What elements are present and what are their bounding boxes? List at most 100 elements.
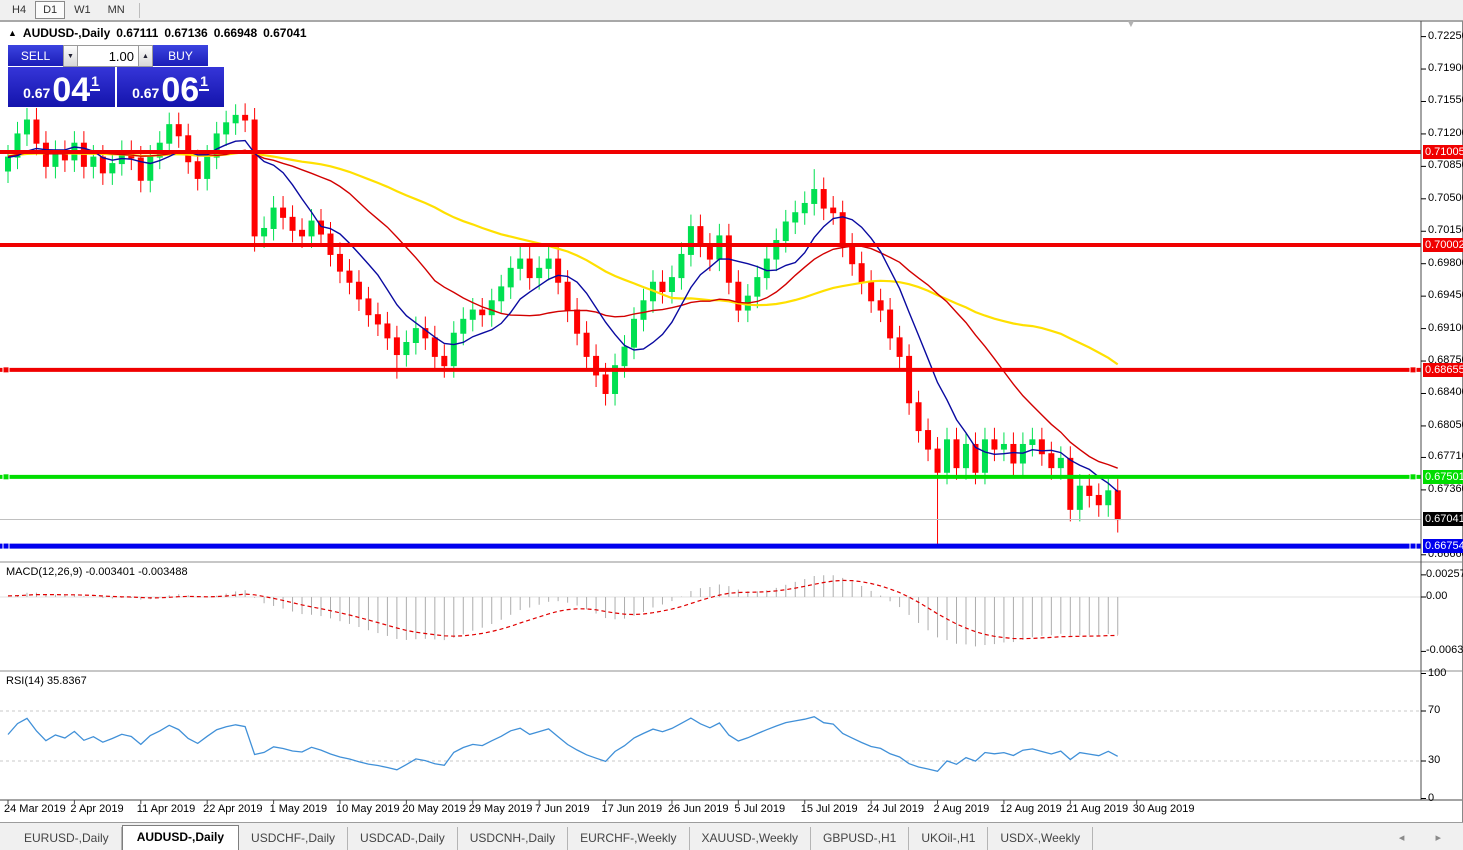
candle-body — [356, 282, 361, 299]
candle-body — [167, 125, 172, 144]
candle-body — [546, 259, 551, 268]
ohlc-high: 0.67136 — [164, 26, 207, 40]
chart-tab-eurchf-weekly[interactable]: EURCHF-,Weekly — [568, 827, 689, 850]
candle-body — [499, 287, 504, 301]
rsi-axis-label: 100 — [1428, 667, 1446, 679]
candle-body — [1039, 440, 1044, 454]
timeframe-button-w1[interactable]: W1 — [66, 1, 99, 19]
line-anchor-handle[interactable] — [3, 367, 9, 373]
candle-body — [679, 254, 684, 277]
collapse-panel-icon[interactable]: ▲ — [8, 28, 17, 38]
toolbar-separator — [139, 3, 140, 18]
candle-body — [982, 440, 987, 472]
line-anchor-handle[interactable] — [3, 474, 9, 480]
candle-body — [461, 319, 466, 333]
tab-scroll-arrows[interactable]: ◂ ▸ — [1399, 831, 1455, 844]
candle-body — [926, 431, 931, 450]
candle-body — [556, 259, 561, 282]
candle-body — [945, 440, 950, 472]
price-axis-tick-label: 0.70150 — [1428, 224, 1463, 236]
price-axis-tick-label: 0.69100 — [1428, 322, 1463, 334]
chart-tab-usdx-weekly[interactable]: USDX-,Weekly — [988, 827, 1093, 850]
candle-body — [243, 115, 248, 120]
chart-title: ▲ AUDUSD-,Daily 0.67111 0.67136 0.66948 … — [8, 26, 307, 40]
candle-body — [337, 254, 342, 271]
candle-body — [793, 213, 798, 222]
trading-platform-window: H4D1W1MN ▼ ▲ AUDUSD-,Daily 0.67111 0.671… — [0, 0, 1463, 850]
candle-body — [869, 282, 874, 301]
price-axis-tick-label: 0.67360 — [1428, 483, 1463, 495]
candle-body — [1087, 486, 1092, 495]
candle-body — [755, 278, 760, 297]
buy-button[interactable]: BUY — [153, 45, 208, 67]
candle-body — [821, 190, 826, 209]
candle-body — [1106, 491, 1111, 505]
candle-body — [451, 333, 456, 365]
volume-decrease-button[interactable]: ▼ — [63, 45, 78, 67]
timeframe-button-mn[interactable]: MN — [100, 1, 133, 19]
candle-body — [916, 403, 921, 431]
candle-body — [935, 449, 940, 472]
timeframe-button-d1[interactable]: D1 — [35, 1, 65, 19]
candle-body — [110, 164, 115, 173]
volume-increase-button[interactable]: ▲ — [138, 45, 153, 67]
candle-body — [859, 264, 864, 283]
candle-body — [1077, 486, 1082, 509]
candle-body — [831, 208, 836, 213]
price-axis[interactable]: 0.722500.719000.715500.712000.708500.705… — [1421, 21, 1463, 822]
chart-tab-usdcnh-daily[interactable]: USDCNH-,Daily — [458, 827, 568, 850]
candle-body — [669, 278, 674, 292]
line-anchor-handle[interactable] — [1410, 474, 1416, 480]
candle-body — [954, 440, 959, 468]
candle-body — [404, 342, 409, 354]
candle-body — [1096, 495, 1101, 504]
current-price-label: 0.67041 — [1423, 512, 1463, 526]
candle-body — [1068, 458, 1073, 509]
candle-body — [309, 221, 314, 236]
chart-tab-audusd-daily[interactable]: AUDUSD-,Daily — [122, 825, 239, 850]
candle-body — [195, 162, 200, 179]
sell-price-point: 1 — [90, 73, 100, 91]
candle-body — [442, 356, 447, 365]
candle-body — [148, 157, 153, 180]
ohlc-close: 0.67041 — [263, 26, 306, 40]
volume-input[interactable]: 1.00 — [78, 45, 138, 67]
candle-body — [489, 301, 494, 315]
chart-tab-gbpusd-h1[interactable]: GBPUSD-,H1 — [811, 827, 909, 850]
candle-body — [897, 338, 902, 357]
price-axis-tick-label: 0.72250 — [1428, 30, 1463, 42]
chart-tab-usdchf-daily[interactable]: USDCHF-,Daily — [239, 827, 348, 850]
candle-body — [432, 338, 437, 357]
timeframe-button-h4[interactable]: H4 — [4, 1, 34, 19]
symbol-label: AUDUSD-,Daily — [23, 26, 110, 40]
sell-button[interactable]: SELL — [8, 45, 63, 67]
chevron-down-icon[interactable]: ▼ — [1126, 19, 1136, 30]
chart-tab-eurusd-daily[interactable]: EURUSD-,Daily — [12, 827, 122, 850]
chart-tab-usdcad-daily[interactable]: USDCAD-,Daily — [348, 827, 458, 850]
candle-body — [622, 347, 627, 366]
candle-body — [717, 236, 722, 259]
line-anchor-handle[interactable] — [1410, 543, 1416, 549]
line-price-label: 0.67501 — [1423, 470, 1463, 484]
sell-price-pips: 04 — [52, 75, 90, 105]
buy-price-display[interactable]: 0.67 06 1 — [117, 67, 224, 107]
line-anchor-handle[interactable] — [3, 543, 9, 549]
sell-price-display[interactable]: 0.67 04 1 — [8, 67, 115, 107]
candle-body — [290, 217, 295, 230]
chart-tab-xauusd-weekly[interactable]: XAUUSD-,Weekly — [690, 827, 811, 850]
line-anchor-handle[interactable] — [1410, 367, 1416, 373]
timeframe-toolbar: H4D1W1MN — [0, 0, 1463, 21]
candle-body — [802, 203, 807, 212]
candle-body — [660, 282, 665, 291]
candle-body — [43, 143, 48, 166]
chart-canvas[interactable] — [0, 21, 1463, 822]
candle-body — [375, 315, 380, 324]
chart-tab-ukoil-h1[interactable]: UKOil-,H1 — [909, 827, 988, 850]
candle-body — [1115, 491, 1120, 520]
candle-body — [736, 282, 741, 310]
one-click-trading-panel: SELL ▼ 1.00 ▲ BUY 0.67 04 1 0.67 06 1 — [8, 45, 224, 107]
candle-body — [6, 157, 11, 171]
price-axis-tick-label: 0.71550 — [1428, 94, 1463, 106]
candle-body — [262, 228, 267, 235]
line-price-label: 0.66754 — [1423, 539, 1463, 553]
